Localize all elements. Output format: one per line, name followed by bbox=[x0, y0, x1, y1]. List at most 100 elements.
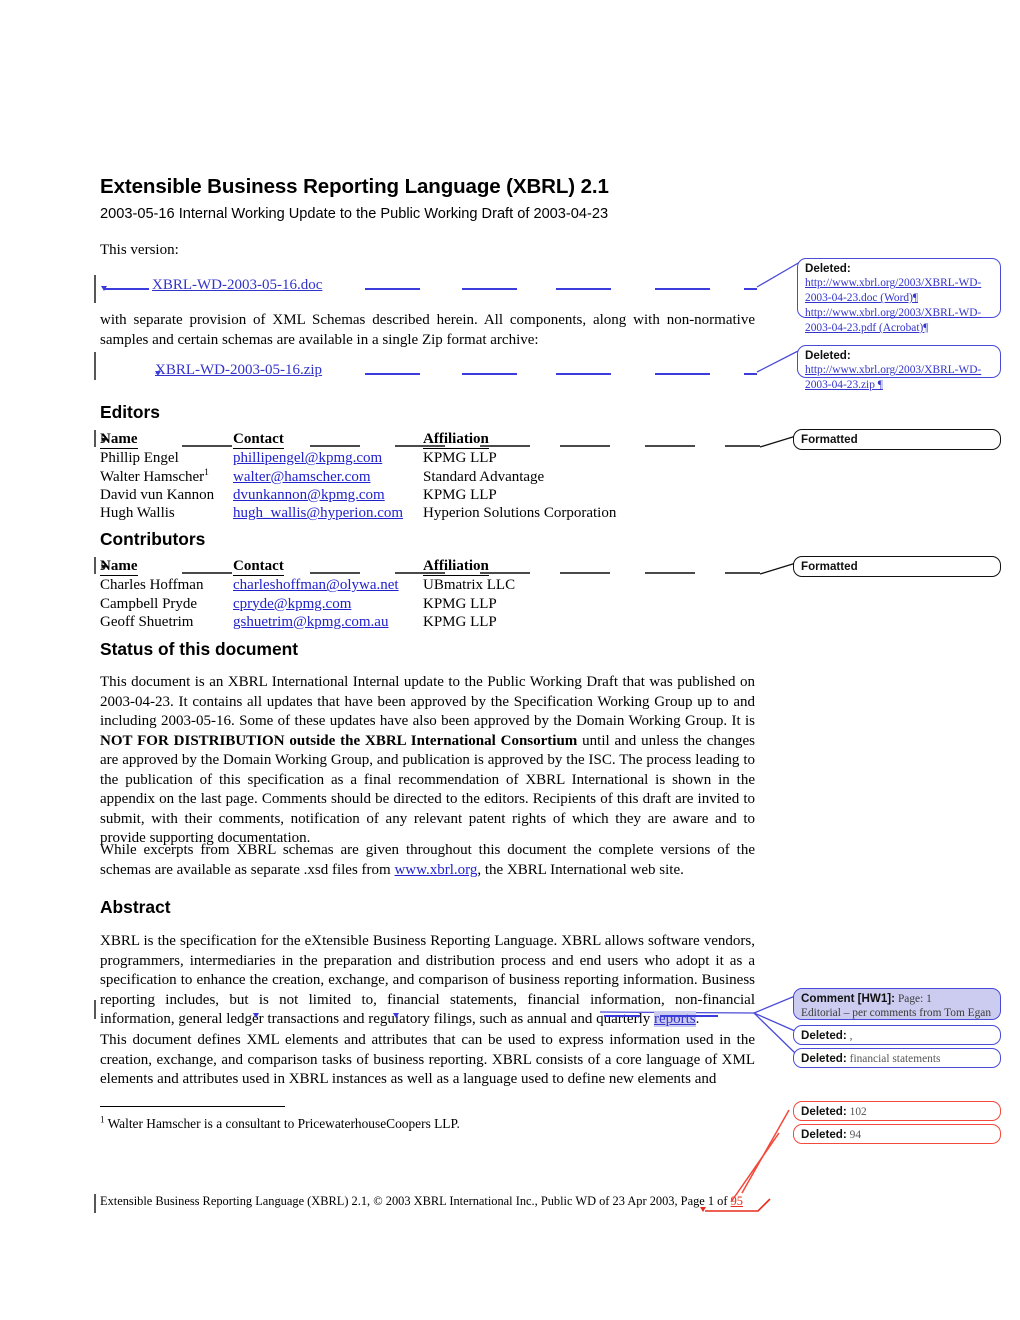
this-version-label: This version: bbox=[100, 242, 179, 258]
editor-contact-link[interactable]: hugh_wallis@hyperion.com bbox=[233, 505, 403, 521]
tracked-underline-stub bbox=[556, 373, 611, 375]
this-version-zip-link[interactable]: XBRL-WD-2003-05-16.zip bbox=[155, 362, 322, 378]
tracked-underline-stub bbox=[462, 373, 517, 375]
status-para1-after: until and unless the changes are approve… bbox=[100, 732, 756, 847]
editor-affiliation: Hyperion Solutions Corporation bbox=[423, 505, 617, 522]
status-paragraph-2: While excerpts from XBRL schemas are giv… bbox=[100, 841, 755, 880]
status-para2-after: , the XBRL International web site. bbox=[477, 861, 684, 878]
markup-balloon-deleted[interactable]: Deleted: 102 bbox=[793, 1101, 1001, 1121]
editor-contact-link[interactable]: walter@hamscher.com bbox=[233, 469, 371, 485]
contributor-affiliation: KPMG LLP bbox=[423, 613, 497, 630]
contributor-affiliation: UBmatrix LLC bbox=[423, 577, 516, 594]
change-bar bbox=[94, 275, 96, 303]
column-header-contact: Contact bbox=[233, 430, 284, 450]
markup-balloon-formatted[interactable]: Formatted bbox=[793, 429, 1001, 450]
editor-affiliation: KPMG LLP bbox=[423, 486, 497, 503]
page-title: Extensible Business Reporting Language (… bbox=[100, 175, 609, 198]
markup-balloon-deleted[interactable]: Deleted: , bbox=[793, 1025, 1001, 1045]
insertion-caret bbox=[393, 1013, 399, 1018]
balloon-value: financial statements bbox=[849, 1053, 941, 1065]
contributor-contact-link[interactable]: charleshoffman@olywa.net bbox=[233, 577, 399, 593]
balloon-value-secondary: Editorial – per comments from Tom Egan bbox=[801, 1006, 992, 1019]
abstract-paragraph-2: This document defines XML elements and a… bbox=[100, 1032, 755, 1087]
balloon-value: Page: 1 bbox=[897, 993, 932, 1005]
table-row: David vun Kannon dvunkannon@kpmg.com KPM… bbox=[100, 486, 683, 504]
balloon-label: Deleted: bbox=[805, 262, 851, 275]
insertion-caret bbox=[101, 438, 107, 443]
tracked-underline-stub bbox=[655, 288, 710, 290]
tracked-underline-stub bbox=[744, 373, 757, 375]
tracked-underline-stub bbox=[395, 445, 445, 447]
tracked-underline-stub bbox=[660, 1015, 718, 1017]
editor-affiliation: Standard Advantage bbox=[423, 468, 545, 485]
balloon-value: 94 bbox=[849, 1129, 862, 1141]
markup-balloon-formatted[interactable]: Formatted bbox=[793, 556, 1001, 577]
tracked-underline-stub bbox=[645, 445, 695, 447]
table-row: Hugh Wallis hugh_wallis@hyperion.com Hyp… bbox=[100, 504, 683, 522]
page-footer: Extensible Business Reporting Language (… bbox=[100, 1194, 743, 1209]
balloon-value: http://www.xbrl.org/2003/XBRL-WD-2003-04… bbox=[805, 277, 982, 334]
tracked-underline-stub bbox=[725, 445, 760, 447]
tracked-underline-stub bbox=[480, 445, 530, 447]
tracked-underline-stub bbox=[310, 572, 360, 574]
change-bar bbox=[94, 1194, 96, 1213]
tracked-underline-stub bbox=[655, 373, 710, 375]
insertion-caret bbox=[253, 1013, 259, 1018]
page-subtitle: 2003-05-16 Internal Working Update to th… bbox=[100, 206, 609, 222]
editor-name: Walter Hamscher bbox=[100, 468, 205, 485]
contributor-affiliation: KPMG LLP bbox=[423, 595, 497, 612]
editors-table: Name Contact Affiliation Phillip Engel p… bbox=[100, 430, 683, 522]
document-page: Extensible Business Reporting Language (… bbox=[0, 0, 1020, 1320]
balloon-value: , bbox=[849, 1030, 853, 1042]
balloon-label: Formatted bbox=[801, 560, 858, 573]
table-row: Charles Hoffman charleshoffman@olywa.net… bbox=[100, 576, 683, 594]
footnote-text: 1 Walter Hamscher is a consultant to Pri… bbox=[100, 1115, 460, 1133]
contributor-name: Charles Hoffman bbox=[100, 577, 204, 594]
status-para1-before: This document is an XBRL International I… bbox=[100, 674, 755, 729]
tracked-underline-stub bbox=[645, 572, 695, 574]
table-row: Walter Hamscher1 walter@hamscher.com Sta… bbox=[100, 468, 683, 486]
markup-balloon-deleted[interactable]: Deleted: 94 bbox=[793, 1124, 1001, 1144]
contributor-contact-link[interactable]: gshuetrim@kpmg.com.au bbox=[233, 614, 388, 630]
tracked-underline-stub bbox=[744, 288, 757, 290]
tracked-underline-stub bbox=[365, 288, 420, 290]
comment-anchor-reports[interactable]: reports bbox=[653, 1011, 696, 1027]
this-version-doc-link[interactable]: XBRL-WD-2003-05-16.doc bbox=[152, 277, 322, 293]
balloon-value: 102 bbox=[849, 1106, 867, 1118]
tracked-underline-stub bbox=[365, 373, 420, 375]
footnote-marker: 1 bbox=[204, 467, 209, 478]
contributor-name: Geoff Shuetrim bbox=[100, 613, 194, 630]
tracked-underline-stub bbox=[182, 572, 232, 574]
xbrl-org-link[interactable]: www.xbrl.org bbox=[394, 862, 477, 878]
insertion-caret bbox=[700, 1207, 706, 1212]
balloon-label: Comment [HW1]: bbox=[801, 992, 896, 1005]
tracked-underline-stub bbox=[395, 572, 445, 574]
abstract-paragraph-1: XBRL is the specification for the eXtens… bbox=[100, 932, 755, 1030]
balloon-label: Deleted: bbox=[805, 349, 851, 362]
editor-name: Phillip Engel bbox=[100, 450, 179, 467]
column-header-contact: Contact bbox=[233, 557, 284, 577]
tracked-underline-stub bbox=[480, 572, 530, 574]
editor-contact-link[interactable]: phillipengel@kpmg.com bbox=[233, 450, 382, 466]
change-bar bbox=[94, 430, 96, 447]
change-bar bbox=[94, 557, 96, 574]
abstract-para1-after: . bbox=[695, 1011, 700, 1027]
status-para1-bold: NOT FOR DISTRIBUTION outside the XBRL In… bbox=[100, 732, 578, 749]
footnote-separator bbox=[100, 1106, 285, 1108]
abstract-heading: Abstract bbox=[100, 897, 171, 917]
contributor-contact-link[interactable]: cpryde@kpmg.com bbox=[233, 596, 351, 612]
zip-intro-paragraph: with separate provision of XML Schemas d… bbox=[100, 312, 755, 348]
markup-balloon-deleted[interactable]: Deleted: financial statements bbox=[793, 1048, 1001, 1068]
markup-balloon-deleted[interactable]: Deleted: http://www.xbrl.org/2003/XBRL-W… bbox=[797, 258, 1001, 334]
markup-balloon-comment[interactable]: Comment [HW1]: Page: 1 Editorial – per c… bbox=[793, 988, 1001, 1020]
change-bar bbox=[94, 352, 96, 380]
insertion-caret bbox=[101, 565, 107, 570]
editor-contact-link[interactable]: dvunkannon@kpmg.com bbox=[233, 487, 385, 503]
table-row: Geoff Shuetrim gshuetrim@kpmg.com.au KPM… bbox=[100, 613, 683, 631]
balloon-label: Deleted: bbox=[801, 1128, 847, 1141]
editor-name: Hugh Wallis bbox=[100, 505, 175, 522]
markup-balloon-deleted[interactable]: Deleted: http://www.xbrl.org/2003/XBRL-W… bbox=[797, 345, 1001, 391]
tracked-underline-stub bbox=[560, 445, 610, 447]
balloon-label: Deleted: bbox=[801, 1029, 847, 1042]
tracked-underline-stub bbox=[104, 288, 149, 290]
